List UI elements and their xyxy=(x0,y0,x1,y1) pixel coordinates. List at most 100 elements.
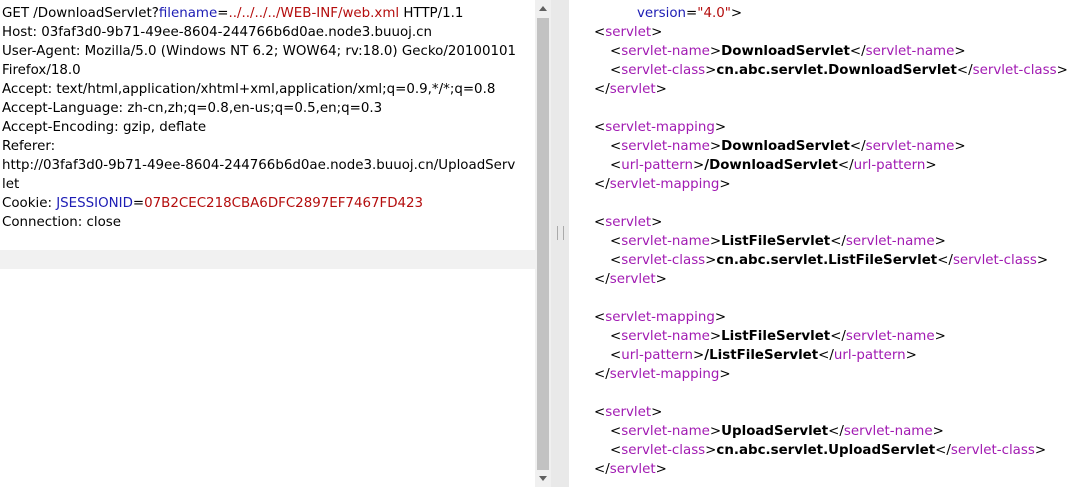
header-referer-wrap: let xyxy=(2,177,20,192)
gt: > xyxy=(651,215,663,230)
servlet-name-value: DownloadServlet xyxy=(721,139,850,154)
gt: > xyxy=(709,44,722,59)
gt: > xyxy=(705,63,717,78)
lt-slash: </ xyxy=(849,44,866,59)
tag-name: url-pattern xyxy=(833,348,906,363)
tag-name: url-pattern xyxy=(621,348,693,363)
current-line-highlight xyxy=(0,250,535,269)
tag-name: servlet-class xyxy=(621,63,706,78)
gt: > xyxy=(719,367,731,382)
gt: > xyxy=(932,424,944,439)
tag-name: servlet-name xyxy=(865,44,955,59)
tag-name: servlet xyxy=(609,462,656,477)
tag-name: servlet-class xyxy=(972,63,1057,78)
lt: < xyxy=(610,139,622,154)
xml-servlet-name-line: <servlet-name>DownloadServlet</servlet-n… xyxy=(594,42,1064,61)
request-protocol: HTTP/1.1 xyxy=(399,6,464,21)
cookie-name: JSESSIONID xyxy=(56,196,133,211)
gt: > xyxy=(709,139,722,154)
lt: < xyxy=(610,253,622,268)
scroll-down-arrow-icon[interactable] xyxy=(535,470,551,487)
request-text[interactable]: GET /DownloadServlet?filename=../../../.… xyxy=(2,4,527,232)
xml-servlet-class-line: <servlet-class>cn.abc.servlet.DownloadSe… xyxy=(594,61,1068,80)
xml-servlet-close: </servlet> xyxy=(594,460,1064,479)
lt-slash: </ xyxy=(594,272,610,287)
lt-slash: </ xyxy=(830,329,846,344)
url-pattern-value: /ListFileServlet xyxy=(704,348,819,363)
xml-servlet-name-line: <servlet-name>ListFileServlet</servlet-n… xyxy=(594,327,1064,346)
request-line: GET /DownloadServlet?filename=../../../.… xyxy=(2,4,527,23)
request-scrollbar[interactable] xyxy=(535,0,551,487)
xml-servlet-open: <servlet> xyxy=(594,213,1064,232)
xml-servlet-name-line: <servlet-name>ListFileServlet</servlet-n… xyxy=(594,232,1064,251)
scrollbar-thumb[interactable] xyxy=(537,18,549,472)
xml-attr-name: version xyxy=(637,6,687,21)
xml-url-pattern-line: <url-pattern>/ListFileServlet</url-patte… xyxy=(594,346,1064,365)
lt: < xyxy=(610,443,622,458)
response-viewer[interactable]: version="4.0"> <servlet> <servlet-name>D… xyxy=(569,0,1070,487)
response-text[interactable]: version="4.0"> <servlet> <servlet-name>D… xyxy=(594,4,1068,479)
servlet-name-value: ListFileServlet xyxy=(721,329,831,344)
tag-name: servlet-mapping xyxy=(609,177,720,192)
gt: > xyxy=(655,82,667,97)
tag-name: servlet xyxy=(605,25,652,40)
xml-servlet-close: </servlet> xyxy=(594,80,1064,99)
tag-name: servlet-name xyxy=(845,234,935,249)
tag-name: servlet-name xyxy=(843,424,933,439)
servlet-name-value: ListFileServlet xyxy=(721,234,831,249)
tag-name: servlet xyxy=(605,215,652,230)
tag-name: servlet-class xyxy=(952,253,1037,268)
header-referer-label: Referer: xyxy=(2,139,56,154)
xml-servlet-open: <servlet> xyxy=(594,403,1064,422)
gt: > xyxy=(692,348,705,363)
lt-slash: </ xyxy=(830,234,846,249)
header-cookie: Cookie: JSESSIONID=07B2CEC218CBA6DFC2897… xyxy=(2,194,527,213)
xml-tag-close: > xyxy=(730,6,743,21)
xml-servlet-class-line: <servlet-class>cn.abc.servlet.UploadServ… xyxy=(594,441,1064,460)
tag-name: servlet-name xyxy=(621,139,710,154)
tag-name: servlet-class xyxy=(621,443,706,458)
header-accept-language: Accept-Language: zh-cn,zh;q=0.8,en-us;q=… xyxy=(2,101,383,116)
request-editor[interactable]: GET /DownloadServlet?filename=../../../.… xyxy=(0,0,535,487)
lt: < xyxy=(610,234,622,249)
gt: > xyxy=(709,329,722,344)
lt-slash: </ xyxy=(594,82,610,97)
tag-name: servlet-mapping xyxy=(605,120,715,135)
lt: < xyxy=(610,158,622,173)
tag-name: servlet-name xyxy=(865,139,955,154)
tag-name: url-pattern xyxy=(621,158,693,173)
tag-name: servlet-name xyxy=(621,329,710,344)
scroll-up-arrow-icon[interactable] xyxy=(535,0,551,17)
cookie-label: Cookie: xyxy=(2,196,57,211)
lt-slash: </ xyxy=(837,158,854,173)
header-user-agent-wrap: Firefox/18.0 xyxy=(2,63,81,78)
header-referer-value: http://03faf3d0-9b71-49ee-8604-244766b6d… xyxy=(2,158,516,173)
tag-name: servlet-name xyxy=(845,329,935,344)
lt: < xyxy=(594,310,606,325)
tag-name: servlet-mapping xyxy=(609,367,720,382)
gt: > xyxy=(905,348,917,363)
xml-url-pattern-line: <url-pattern>/DownloadServlet</url-patte… xyxy=(594,156,1064,175)
param-name: filename xyxy=(158,6,218,21)
xml-servlet-close: </servlet> xyxy=(594,270,1064,289)
pane-splitter[interactable] xyxy=(551,0,569,487)
xml-attr-value: "4.0" xyxy=(697,6,731,21)
xml-servlet-name-line: <servlet-name>DownloadServlet</servlet-n… xyxy=(594,137,1064,156)
tag-name: servlet-name xyxy=(621,44,710,59)
tag-name: servlet xyxy=(609,272,656,287)
gt: > xyxy=(954,139,966,154)
gt: > xyxy=(1056,63,1068,78)
gt: > xyxy=(714,120,727,135)
splitter-grip-icon[interactable] xyxy=(557,226,564,240)
lt-slash: </ xyxy=(937,253,953,268)
gt: > xyxy=(709,234,722,249)
tag-name: servlet-class xyxy=(621,253,706,268)
header-user-agent: User-Agent: Mozilla/5.0 (Windows NT 6.2;… xyxy=(2,44,517,59)
gt: > xyxy=(934,329,946,344)
gt: > xyxy=(709,424,722,439)
gt: > xyxy=(651,25,663,40)
lt-slash: </ xyxy=(956,63,973,78)
